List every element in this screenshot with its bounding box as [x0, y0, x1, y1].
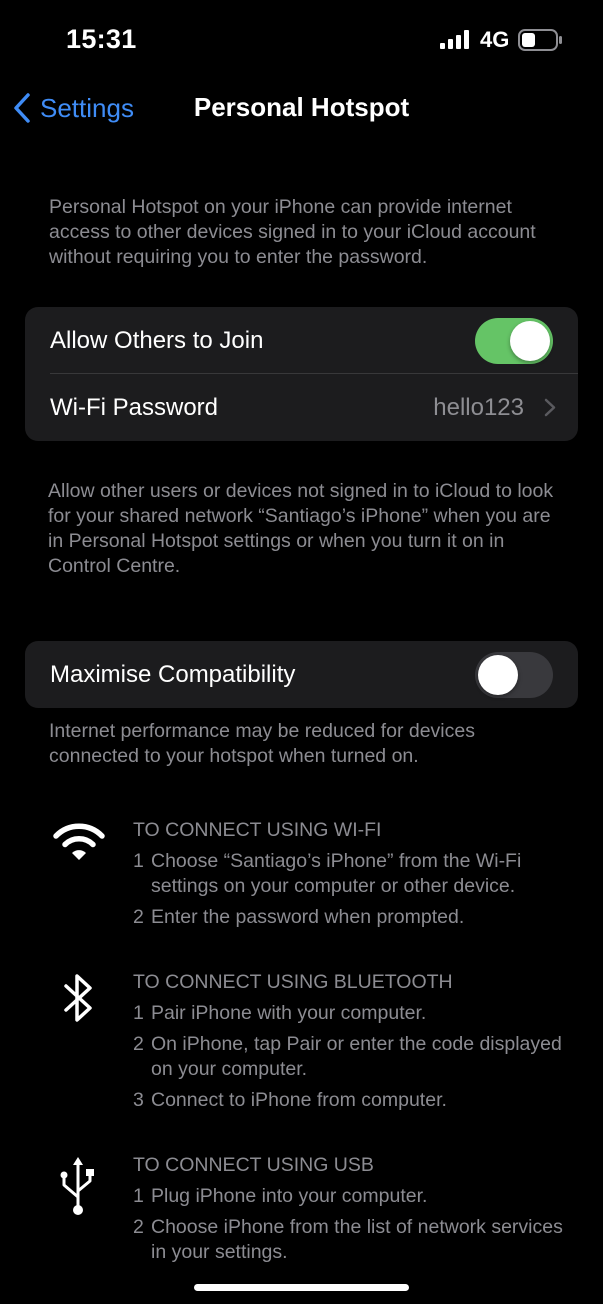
- step-number: 3: [133, 1089, 144, 1111]
- status-bar: 15:31 4G: [0, 0, 603, 80]
- instruction-step: 2 On iPhone, tap Pair or enter the code …: [133, 1032, 573, 1082]
- step-text: Plug iPhone into your computer.: [151, 1185, 428, 1207]
- bluetooth-instructions-title: TO CONNECT USING BLUETOOTH: [133, 971, 453, 993]
- bluetooth-icon: [64, 974, 92, 1022]
- instruction-step: 2 Enter the password when prompted.: [133, 905, 573, 930]
- wifi-password-value: hello123: [433, 393, 524, 421]
- step-text: Choose “Santiago’s iPhone” from the Wi-F…: [151, 850, 522, 897]
- step-text: Choose iPhone from the list of network s…: [151, 1216, 563, 1263]
- hotspot-settings-group: Allow Others to Join Wi-Fi Password hell…: [25, 307, 578, 441]
- network-type-label: 4G: [480, 27, 510, 52]
- wifi-icon: [53, 823, 105, 860]
- battery-icon: [518, 29, 562, 51]
- step-number: 2: [133, 1033, 144, 1055]
- instruction-step: 1 Choose “Santiago’s iPhone” from the Wi…: [133, 849, 573, 899]
- allow-others-toggle[interactable]: [475, 318, 553, 364]
- toggle-knob: [478, 655, 518, 695]
- page-title: Personal Hotspot: [193, 92, 410, 122]
- step-text: Connect to iPhone from computer.: [151, 1089, 447, 1111]
- maximise-compatibility-row: Maximise Compatibility: [25, 641, 578, 708]
- step-number: 2: [133, 906, 144, 928]
- step-number: 2: [133, 1216, 144, 1238]
- navigation-bar: Settings Personal Hotspot: [0, 80, 603, 136]
- allow-others-label: Allow Others to Join: [50, 326, 264, 354]
- wifi-instructions-title: TO CONNECT USING WI-FI: [133, 819, 382, 841]
- allow-others-row: Allow Others to Join: [25, 307, 578, 374]
- allow-others-footer: Allow other users or devices not signed …: [48, 480, 554, 577]
- usb-instructions-title: TO CONNECT USING USB: [133, 1154, 374, 1176]
- intro-description: Personal Hotspot on your iPhone can prov…: [49, 196, 536, 268]
- status-time: 15:31: [66, 24, 137, 54]
- instruction-step: 3 Connect to iPhone from computer.: [133, 1088, 573, 1113]
- usb-instructions-body: TO CONNECT USING USB 1 Plug iPhone into …: [133, 1153, 573, 1271]
- step-text: Pair iPhone with your computer.: [151, 1002, 427, 1024]
- wifi-password-label: Wi-Fi Password: [50, 393, 219, 421]
- step-number: 1: [133, 1185, 144, 1207]
- maximise-compatibility-toggle[interactable]: [475, 652, 553, 698]
- step-text: Enter the password when prompted.: [151, 906, 465, 928]
- cellular-signal-icon: [440, 30, 469, 49]
- compatibility-footer: Internet performance may be reduced for …: [49, 720, 475, 767]
- instruction-step: 2 Choose iPhone from the list of network…: [133, 1215, 573, 1265]
- wifi-password-row[interactable]: Wi-Fi Password hello123: [25, 374, 578, 441]
- step-number: 1: [133, 850, 144, 872]
- usb-icon: [60, 1157, 94, 1215]
- instruction-step: 1 Pair iPhone with your computer.: [133, 1001, 573, 1026]
- compatibility-group: Maximise Compatibility: [25, 641, 578, 708]
- step-number: 1: [133, 1002, 144, 1024]
- chevron-right-icon: [544, 398, 556, 417]
- step-text: On iPhone, tap Pair or enter the code di…: [151, 1033, 562, 1080]
- home-indicator[interactable]: [194, 1284, 409, 1291]
- toggle-knob: [510, 321, 550, 361]
- instruction-step: 1 Plug iPhone into your computer.: [133, 1184, 573, 1209]
- bluetooth-instructions-body: TO CONNECT USING BLUETOOTH 1 Pair iPhone…: [133, 970, 573, 1119]
- wifi-instructions-body: TO CONNECT USING WI-FI 1 Choose “Santiag…: [133, 818, 573, 936]
- maximise-compatibility-label: Maximise Compatibility: [50, 660, 296, 688]
